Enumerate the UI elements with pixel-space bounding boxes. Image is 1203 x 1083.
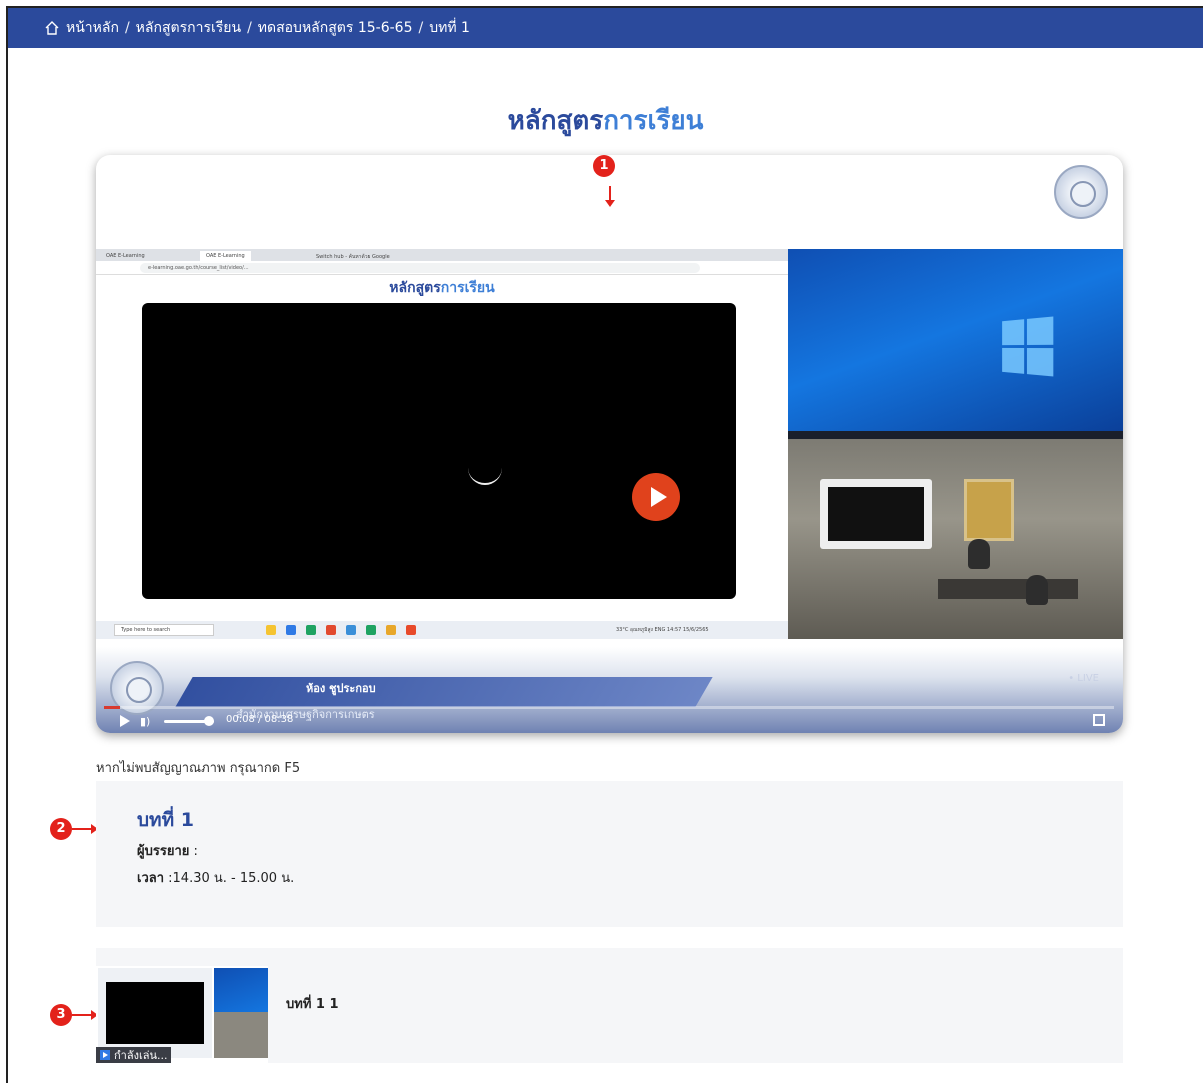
time-line: เวลา :14.30 น. - 15.00 น. xyxy=(137,867,294,888)
page: หน้าหลัก / หลักสูตรการเรียน / ทดสอบหลักส… xyxy=(6,6,1203,1083)
shared-screen: OAE E-Learning OAE E-Learning Switch hub… xyxy=(96,249,788,639)
page-title-part2: การเรียน xyxy=(603,106,704,136)
lecturer-value: : xyxy=(189,844,198,859)
lecturer-label: ผู้บรรยาย xyxy=(137,844,190,859)
browser-url-bar: e-learning.oae.go.th/course_list/video/.… xyxy=(96,261,788,275)
windows-logo-icon xyxy=(1002,316,1054,377)
volume-icon[interactable]: ▮) xyxy=(140,715,152,728)
room-camera xyxy=(788,439,1123,639)
room-desk xyxy=(938,579,1078,599)
live-label: • LIVE xyxy=(1068,673,1099,684)
inner-title-part2: การเรียน xyxy=(440,280,495,296)
now-playing-badge: กำลังเล่น... xyxy=(96,1047,172,1063)
inner-video xyxy=(142,303,736,599)
browser-tab: OAE E-Learning xyxy=(200,251,251,261)
page-title-part1: หลักสูตร xyxy=(507,106,604,136)
browser-tab: Switch hub - ค้นหาด้วย Google xyxy=(316,254,390,260)
playlist-thumbnail[interactable]: กำลังเล่น... xyxy=(96,966,268,1063)
room-tv xyxy=(820,479,932,549)
folder-icon xyxy=(266,625,276,635)
app-icon xyxy=(346,625,356,635)
playlist: กำลังเล่น... บทที่ 1 1 xyxy=(96,948,1123,1063)
app-icon xyxy=(366,625,376,635)
taskbar-status: 33°C อุณหภูมิสูง ENG 14:57 15/6/2565 xyxy=(616,627,709,633)
playlist-item-label[interactable]: บทที่ 1 1 xyxy=(286,993,339,1014)
breadcrumb-courses[interactable]: หลักสูตรการเรียน xyxy=(136,17,241,39)
breadcrumb-separator: / xyxy=(124,20,130,36)
play-icon xyxy=(632,473,680,521)
breadcrumb-separator: / xyxy=(418,20,424,36)
store-icon xyxy=(286,625,296,635)
annotation-marker: 1 xyxy=(593,155,615,177)
annotation-arrow xyxy=(605,186,615,207)
lesson-info: บทที่ 1 ผู้บรรยาย : เวลา :14.30 น. - 15.… xyxy=(96,781,1123,927)
name-ribbon xyxy=(175,677,713,707)
browser-tabs: OAE E-Learning OAE E-Learning Switch hub… xyxy=(96,249,788,261)
video-player[interactable]: OAE E-Learning OAE E-Learning Switch hub… xyxy=(96,155,1123,733)
breadcrumb-course[interactable]: ทดสอบหลักสูตร 15-6-65 xyxy=(258,17,413,39)
app-icon xyxy=(326,625,336,635)
room-portrait xyxy=(964,479,1014,541)
lecturer-line: ผู้บรรยาย : xyxy=(137,840,198,861)
room-person xyxy=(968,539,990,569)
inner-page-title: หลักสูตรการเรียน xyxy=(96,277,788,299)
player-controls: ▮) 00:08 / 08:38 xyxy=(96,709,1123,733)
windows-taskbar: Type here to search 33°C อุณหภูมิสูง ENG… xyxy=(96,621,788,639)
room-person xyxy=(1026,575,1048,605)
app-icon xyxy=(406,625,416,635)
desktop-screen xyxy=(788,249,1123,439)
url-text: e-learning.oae.go.th/course_list/video/.… xyxy=(140,263,700,273)
annotation-arrow xyxy=(72,824,98,834)
breadcrumb-lesson: บทที่ 1 xyxy=(429,20,470,36)
lesson-title: บทที่ 1 xyxy=(137,809,194,831)
annotation-arrow xyxy=(72,1010,98,1020)
app-icon xyxy=(386,625,396,635)
volume-knob[interactable] xyxy=(204,716,214,726)
inner-title-part1: หลักสูตร xyxy=(389,280,441,296)
hint-text: หากไม่พบสัญญาณภาพ กรุณากด F5 xyxy=(96,761,301,776)
play-icon xyxy=(100,1050,110,1060)
time-display: 00:08 / 08:38 xyxy=(226,714,294,725)
taskbar-search: Type here to search xyxy=(114,624,214,636)
now-playing-text: กำลังเล่น... xyxy=(114,1049,168,1062)
breadcrumb-home[interactable]: หน้าหลัก xyxy=(66,17,119,39)
fullscreen-icon[interactable] xyxy=(1093,714,1105,726)
annotation-marker: 3 xyxy=(50,1004,72,1026)
seal-logo-icon xyxy=(1054,165,1108,219)
home-icon[interactable] xyxy=(44,20,60,36)
time-label: เวลา xyxy=(137,871,165,886)
play-button[interactable] xyxy=(120,715,130,727)
breadcrumb: หน้าหลัก / หลักสูตรการเรียน / ทดสอบหลักส… xyxy=(8,8,1203,48)
browser-tab: OAE E-Learning xyxy=(106,253,145,259)
page-title: หลักสูตรการเรียน xyxy=(8,100,1203,141)
presenter-name: ห้อง ชูประกอบ xyxy=(306,682,376,695)
edge-icon xyxy=(306,625,316,635)
loading-spinner-icon xyxy=(468,451,502,485)
annotation-marker: 2 xyxy=(50,818,72,840)
breadcrumb-separator: / xyxy=(247,20,252,36)
time-value: :14.30 น. - 15.00 น. xyxy=(164,871,295,886)
